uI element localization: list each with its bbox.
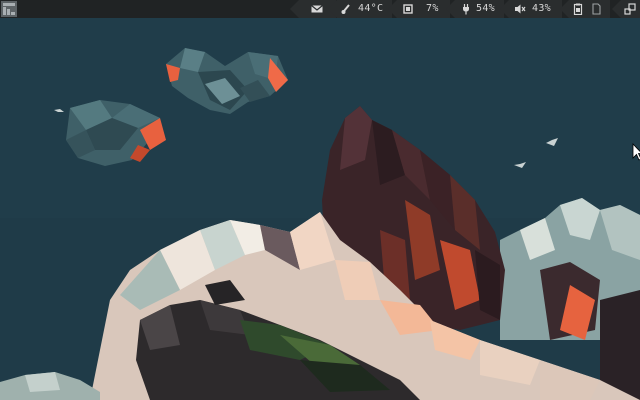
envelope-icon [311,3,323,15]
layout-indicator[interactable] [612,0,640,18]
system-tray [560,0,610,18]
thermometer-icon [340,3,352,15]
speaker-muted-icon [514,3,526,15]
cpu-icon [402,3,414,15]
window-layout-icon [624,3,636,15]
clipboard-icon[interactable] [572,3,584,16]
lowpoly-landscape [0,0,640,400]
battery-indicator[interactable]: 54% [446,0,504,18]
temperature-value: 44°C [358,3,384,14]
cpu-indicator[interactable]: 7% [388,0,450,18]
desktop-wallpaper [0,0,640,400]
plug-icon [460,3,472,15]
mouse-cursor-icon [632,143,640,161]
volume-indicator[interactable]: 43% [500,0,562,18]
workspace-logo-icon[interactable] [1,1,17,17]
temperature-indicator[interactable]: 44°C [328,0,392,18]
top-panel: 44°C 7% 54% 43% [0,0,640,18]
sdcard-icon[interactable] [590,3,602,15]
cpu-value: 7% [426,3,439,14]
volume-value: 43% [532,3,551,14]
battery-value: 54% [476,3,495,14]
